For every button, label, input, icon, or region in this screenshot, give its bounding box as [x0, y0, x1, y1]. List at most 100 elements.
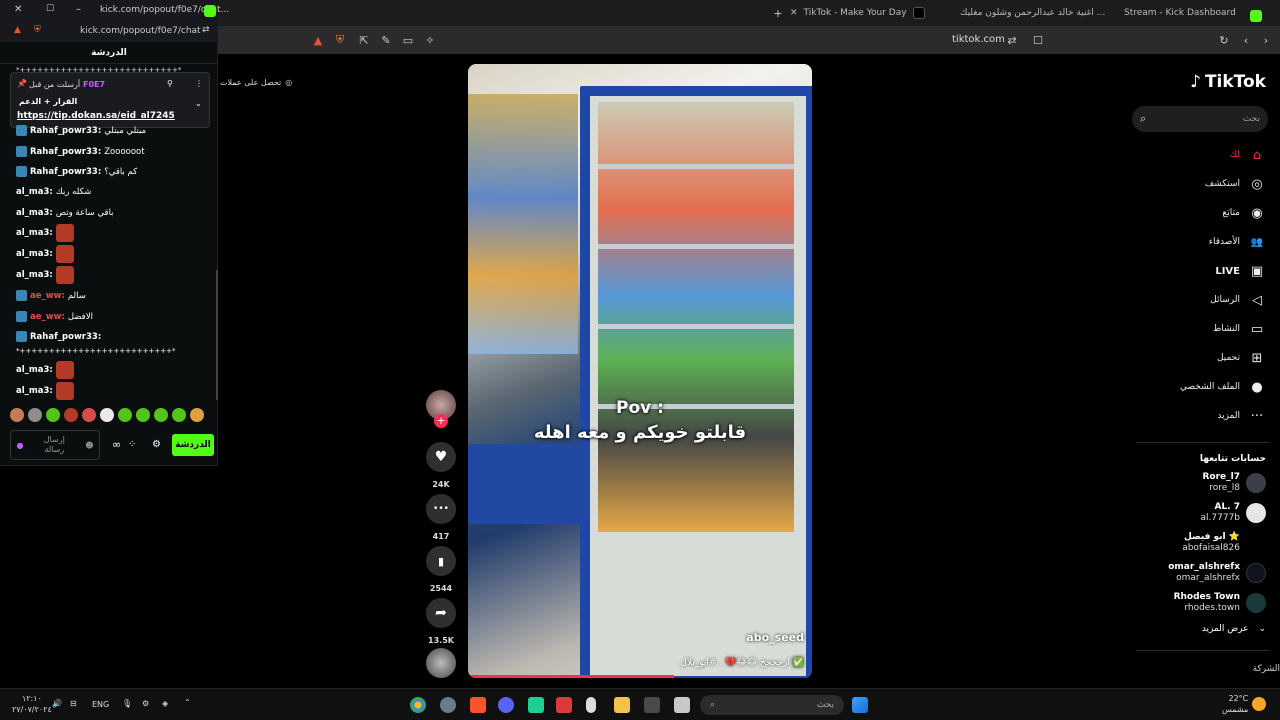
emote-icon[interactable]	[154, 408, 168, 422]
mouse-app-icon[interactable]	[586, 697, 596, 713]
video-progress-bar[interactable]	[468, 675, 675, 678]
windows-start-icon[interactable]	[852, 697, 868, 713]
following-account[interactable]: Rore_l7 rore_l8	[1202, 472, 1266, 494]
get-coins-link[interactable]: تحصل على عملات ◎	[220, 78, 292, 87]
heart-icon[interactable]: ♥	[426, 442, 456, 472]
chat-username[interactable]: al_ma3:	[16, 187, 53, 197]
chat-username[interactable]: al_ma3:	[16, 386, 53, 396]
search-input[interactable]: ⌕ بحث	[1132, 106, 1268, 132]
chevron-down-icon[interactable]: ⌄	[195, 99, 202, 108]
chat-username[interactable]: ae_ww:	[30, 312, 65, 322]
brave-rewards-icon[interactable]: ▲	[310, 32, 326, 48]
nav-messages[interactable]: الرسائل ◁	[1210, 291, 1266, 309]
task-view-icon[interactable]	[674, 697, 690, 713]
chat-username[interactable]: ae_ww:	[30, 291, 65, 301]
close-window-icon[interactable]: ✕	[14, 4, 22, 15]
send-chat-button[interactable]: الدردشة	[172, 434, 214, 456]
chat-scrollbar[interactable]	[216, 270, 218, 400]
tab-youtube[interactable]: اغنية خالد عبدالرحمن وشلون مغليك ...	[960, 4, 1110, 22]
see-more-link[interactable]: عرض المزيد ⌄	[1202, 624, 1266, 634]
back-icon[interactable]: ‹	[1238, 32, 1254, 48]
infinity-icon[interactable]: ∞	[112, 438, 121, 451]
app-tray-icon[interactable]: ◈	[162, 699, 168, 708]
nav-friends[interactable]: الأصدقاء 👥	[1209, 233, 1266, 251]
emote-icon[interactable]	[82, 408, 96, 422]
microphone-icon[interactable]: ●	[16, 441, 23, 450]
chat-username[interactable]: al_ma3:	[16, 228, 53, 238]
steam-tray-icon[interactable]: ⚙	[142, 699, 149, 708]
emote-icon[interactable]	[190, 408, 204, 422]
sound-avatar[interactable]	[426, 648, 456, 678]
app-icon[interactable]	[528, 697, 544, 713]
chat-username[interactable]: al_ma3:	[16, 208, 53, 218]
emote-icon[interactable]	[100, 408, 114, 422]
emote-icon[interactable]	[118, 408, 132, 422]
chat-username[interactable]: Rahaf_powr33:	[30, 126, 101, 136]
new-tab-button[interactable]: +	[770, 5, 786, 21]
emote-icon[interactable]	[46, 408, 60, 422]
nav-for-you[interactable]: لك ⌂	[1230, 146, 1266, 164]
screenshot-icon[interactable]: ▭	[400, 32, 416, 48]
following-account[interactable]: omar_alshrefx omar_alshrefx	[1168, 562, 1266, 584]
emote-icon[interactable]	[28, 408, 42, 422]
pinned-link[interactable]: https://tip.dokan.sa/eid_al7245	[17, 111, 175, 121]
brave-shields-icon[interactable]: ⛨	[332, 32, 348, 48]
network-icon[interactable]: ⊟	[70, 699, 77, 708]
chat-username[interactable]: Rahaf_powr33:	[30, 167, 101, 177]
share-page-icon[interactable]: ⇱	[356, 32, 372, 48]
nav-following[interactable]: متابَع ◉	[1222, 204, 1266, 222]
comment-action[interactable]: ••• 417	[426, 494, 456, 541]
video-author[interactable]: abo_seed	[746, 631, 804, 644]
app-icon[interactable]	[556, 697, 572, 713]
emote-icon[interactable]	[136, 408, 150, 422]
bookmark-icon[interactable]: ▮	[426, 546, 456, 576]
popout-url[interactable]: kick.com/popout/f0e7/chat	[80, 26, 201, 36]
chat-username[interactable]: al_ma3:	[16, 365, 53, 375]
comment-icon[interactable]: •••	[426, 494, 456, 524]
brave-rewards-icon[interactable]: ▲	[14, 25, 21, 35]
bookmark-action[interactable]: ▮ 2544	[426, 546, 456, 593]
emoji-icon[interactable]: ☻	[85, 441, 93, 450]
address-bar[interactable]: tiktok.com	[952, 34, 1005, 45]
file-explorer-icon[interactable]	[614, 697, 630, 713]
language-indicator[interactable]: ENG	[92, 700, 109, 709]
chat-username[interactable]: al_ma3:	[16, 270, 53, 280]
following-account[interactable]: AL. 7 al.7777b	[1201, 502, 1266, 524]
tune-icon[interactable]: ⇄	[1004, 32, 1020, 48]
emote-icon[interactable]	[172, 408, 186, 422]
store-icon[interactable]	[644, 697, 660, 713]
company-link[interactable]: الشركة	[1253, 664, 1280, 674]
weather-widget[interactable]: 22°C مشمس	[1222, 693, 1248, 715]
tiktok-logo[interactable]: ♪ TikTok	[1190, 72, 1266, 92]
nav-upload[interactable]: تحميل ⊞	[1217, 349, 1266, 367]
tab-kick-dashboard[interactable]: Stream - Kick Dashboard	[1124, 4, 1244, 22]
nav-profile[interactable]: الملف الشخصي ●	[1180, 378, 1266, 396]
follow-plus-icon[interactable]: +	[434, 414, 448, 428]
chat-message-input[interactable]: ● إرسال رسالة ☻	[10, 430, 100, 460]
tab-tiktok[interactable]: ✕ TikTok - Make Your Day	[790, 4, 950, 22]
chat-username[interactable]: al_ma3:	[16, 249, 53, 259]
like-action[interactable]: ♥ 24K	[426, 442, 456, 489]
reload-icon[interactable]: ↻	[1216, 32, 1232, 48]
forward-icon[interactable]: ›	[1258, 32, 1274, 48]
emote-icon[interactable]	[64, 408, 78, 422]
show-hidden-icons[interactable]: ⌃	[184, 698, 191, 707]
settings-app-icon[interactable]	[440, 697, 456, 713]
clock[interactable]: ١٢:١٠ ٢٧/٠٧/٢٠٢٤	[12, 693, 52, 715]
leo-icon[interactable]: ✧	[422, 32, 438, 48]
nav-explore[interactable]: استكشف ◎	[1205, 175, 1266, 193]
share-action[interactable]: ➦ 13.5K	[426, 598, 456, 645]
discord-icon[interactable]	[498, 697, 514, 713]
chat-username[interactable]: Rahaf_powr33:	[30, 147, 101, 157]
volume-icon[interactable]: 🔊	[52, 699, 62, 708]
brave-icon[interactable]	[470, 697, 486, 713]
nav-more[interactable]: المزيد ···	[1217, 407, 1266, 425]
search-icon[interactable]: ⌕	[1140, 112, 1146, 126]
taskbar-search[interactable]: ⌕ بحث	[700, 695, 844, 715]
more-options-icon[interactable]: ⋮	[195, 79, 203, 88]
video-player[interactable]: Pov : قابلتو خويكم و معه اهله abo_seed ا…	[468, 64, 812, 678]
chrome-icon[interactable]	[410, 697, 426, 713]
maximize-icon[interactable]: ☐	[46, 4, 54, 14]
nav-live[interactable]: LIVE ▣	[1215, 262, 1266, 280]
unpin-icon[interactable]: ⚲	[167, 79, 173, 88]
